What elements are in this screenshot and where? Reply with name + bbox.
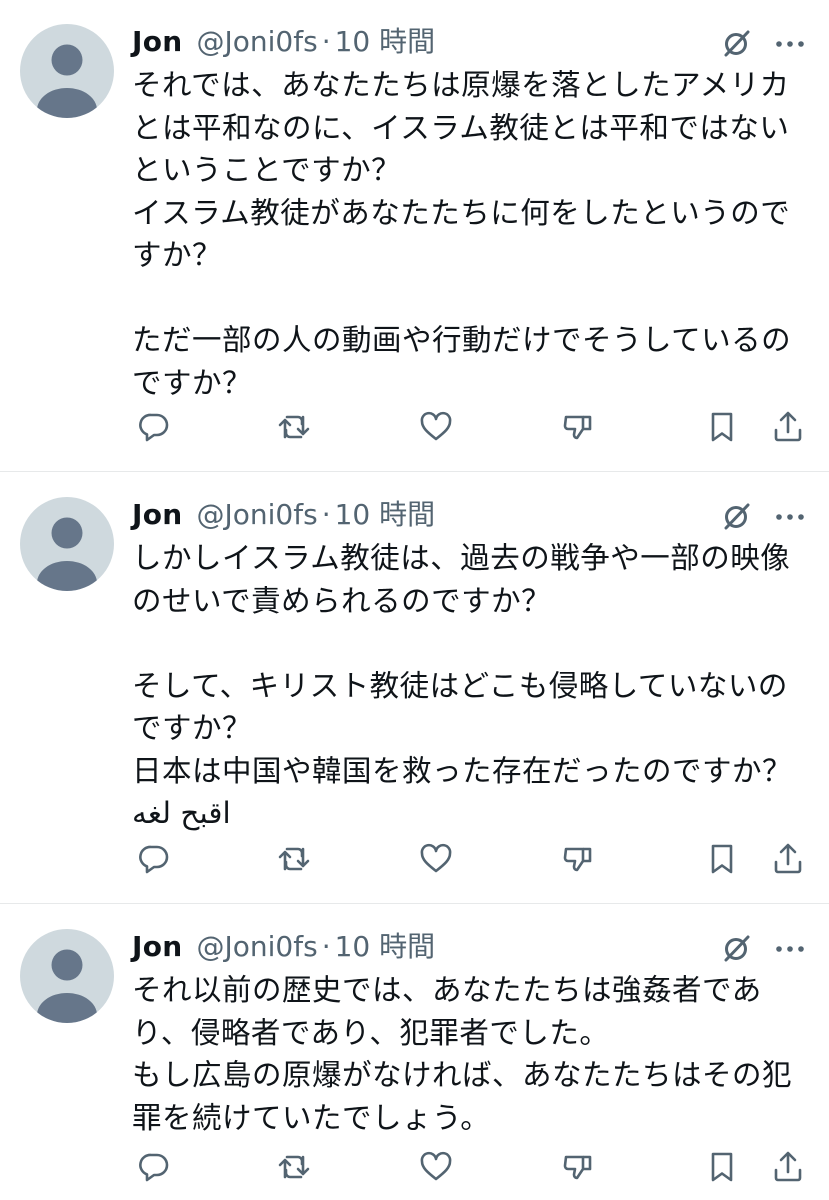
more-icon[interactable] [772, 931, 808, 967]
tweet-actions [132, 1145, 812, 1189]
default-avatar-icon[interactable] [20, 929, 114, 1023]
default-avatar-icon[interactable] [20, 24, 114, 118]
display-name[interactable]: Jon [132, 22, 183, 62]
tweet-text-line: 罪を続けていたでしょう。 [132, 1100, 491, 1135]
reply-icon[interactable] [132, 405, 176, 449]
like-icon[interactable] [414, 1145, 458, 1189]
tweet-text-line: のせいで責められるのですか？ [132, 583, 552, 618]
grok-icon[interactable] [718, 26, 754, 62]
tweet-text-line: それ以前の歴史では、あなたたちは強姦者であ [132, 973, 762, 1007]
reply-icon[interactable] [132, 1145, 176, 1189]
tweet-text-line: そして、キリスト教徒はどこも侵略していないの [132, 668, 788, 703]
tweet-text-line [132, 277, 812, 320]
more-icon[interactable] [772, 499, 808, 535]
tweet-header: Jon @Joni0fs · 10 時間 [132, 22, 435, 62]
dislike-icon[interactable] [556, 1145, 600, 1189]
tweet-text-line: とは平和なのに、イスラム教徒とは平和ではない [132, 110, 790, 145]
retweet-icon[interactable] [272, 1145, 316, 1189]
like-icon[interactable] [414, 837, 458, 881]
tweet[interactable]: Jon @Joni0fs · 10 時間 しかしイスラム教徒は、過去の戦争や一部… [0, 473, 829, 904]
share-icon[interactable] [766, 1145, 810, 1189]
tweet-text-line: ということですか？ [132, 153, 402, 187]
display-name[interactable]: Jon [132, 927, 183, 967]
bookmark-icon[interactable] [700, 837, 744, 881]
tweet-actions [132, 405, 812, 449]
tweet-text-line: イスラム教徒があなたたちに何をしたというので [132, 195, 791, 230]
timestamp[interactable]: 10 時間 [335, 927, 436, 967]
separator-dot: · [321, 498, 331, 531]
grok-icon[interactable] [718, 499, 754, 535]
separator-dot: · [321, 25, 331, 58]
more-icon[interactable] [772, 26, 808, 62]
tweet-text-line: しかしイスラム教徒は、過去の戦争や一部の映像 [132, 541, 791, 575]
display-name[interactable]: Jon [132, 495, 183, 535]
tweet-text-line: もし広島の原爆がなければ、あなたたちはその犯 [132, 1058, 793, 1092]
tweet-text-line: ただ一部の人の動画や行動だけでそうしているの [132, 323, 792, 357]
retweet-icon[interactable] [272, 405, 316, 449]
user-handle[interactable]: @Joni0fs [197, 927, 318, 967]
share-icon[interactable] [766, 405, 810, 449]
tweet-text-line: ですか？ [132, 365, 253, 400]
reply-icon[interactable] [132, 837, 176, 881]
separator-dot: · [321, 930, 331, 963]
grok-icon[interactable] [718, 931, 754, 967]
timestamp[interactable]: 10 時間 [335, 495, 436, 535]
tweet-text: それでは、あなたたちは原爆を落としたアメリカ とは平和なのに、イスラム教徒とは平… [132, 64, 812, 404]
default-avatar-icon[interactable] [20, 497, 114, 591]
tweet-text-line: すか？ [132, 238, 223, 272]
dislike-icon[interactable] [556, 405, 600, 449]
tweet[interactable]: Jon @Joni0fs · 10 時間 それでは、あなたたちは原爆を落としたア… [0, 0, 829, 472]
bookmark-icon[interactable] [700, 405, 744, 449]
tweet-header: Jon @Joni0fs · 10 時間 [132, 927, 435, 967]
tweet-text-line [132, 622, 812, 665]
tweet-text-line: 日本は中国や韓国を救った存在だったのですか？ [132, 753, 793, 788]
dislike-icon[interactable] [556, 837, 600, 881]
tweet-actions [132, 837, 812, 881]
tweet-text-line: اقبح لغه [132, 796, 231, 830]
share-icon[interactable] [766, 837, 810, 881]
tweet-text: しかしイスラム教徒は、過去の戦争や一部の映像 のせいで責められるのですか？ そし… [132, 537, 812, 835]
like-icon[interactable] [414, 405, 458, 449]
tweet-text-line: それでは、あなたたちは原爆を落としたアメリカ [132, 68, 790, 102]
timestamp[interactable]: 10 時間 [335, 22, 436, 62]
tweet-text: それ以前の歴史では、あなたたちは強姦者であ り、侵略者であり、犯罪者でした。 も… [132, 969, 812, 1139]
user-handle[interactable]: @Joni0fs [197, 495, 318, 535]
retweet-icon[interactable] [272, 837, 316, 881]
bookmark-icon[interactable] [700, 1145, 744, 1189]
tweet-header: Jon @Joni0fs · 10 時間 [132, 495, 435, 535]
tweet-text-line: り、侵略者であり、犯罪者でした。 [132, 1015, 610, 1050]
tweet-text-line: ですか？ [132, 711, 253, 745]
user-handle[interactable]: @Joni0fs [197, 22, 318, 62]
tweet[interactable]: Jon @Joni0fs · 10 時間 それ以前の歴史では、あなたたちは強姦者… [0, 905, 829, 1200]
